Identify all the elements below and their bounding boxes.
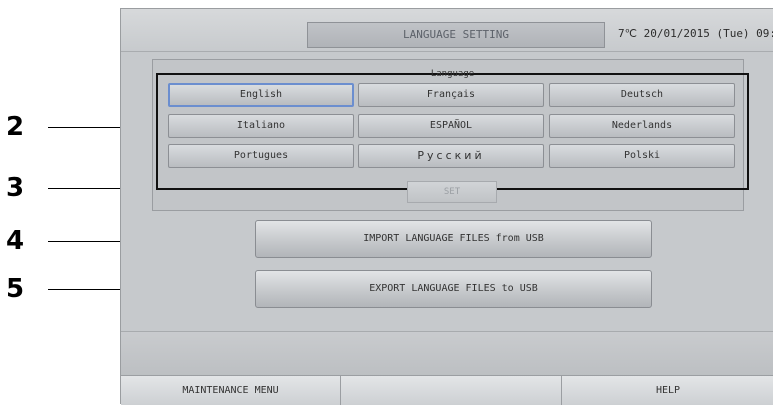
language-button-espanol[interactable]: ESPAÑOL	[358, 114, 544, 138]
language-button-english[interactable]: English	[168, 83, 354, 107]
language-button-portugues[interactable]: Portugues	[168, 144, 354, 168]
language-group-label: Language	[430, 69, 475, 79]
help-button[interactable]: HELP	[562, 376, 773, 405]
footer-bar	[121, 331, 773, 376]
bottom-nav: MAINTENANCE MENU HELP	[121, 375, 773, 405]
import-language-files-button[interactable]: IMPORT LANGUAGE FILES from USB	[255, 220, 652, 258]
set-button[interactable]: SET	[407, 181, 497, 203]
language-button-italiano[interactable]: Italiano	[168, 114, 354, 138]
language-button-polski[interactable]: Polski	[549, 144, 735, 168]
language-button-francais[interactable]: Français	[358, 83, 544, 107]
controller-screen: LANGUAGE SETTING 7℃ 20/01/2015 (Tue) 09:…	[120, 8, 773, 405]
maintenance-menu-button[interactable]: MAINTENANCE MENU	[121, 376, 341, 405]
language-button-nederlands[interactable]: Nederlands	[549, 114, 735, 138]
callout-4: 4	[6, 226, 25, 256]
export-language-files-button[interactable]: EXPORT LANGUAGE FILES to USB	[255, 270, 652, 308]
bottom-nav-empty-slot	[341, 376, 562, 405]
callout-3: 3	[6, 173, 25, 203]
callout-5: 5	[6, 274, 25, 304]
top-bar: LANGUAGE SETTING 7℃ 20/01/2015 (Tue) 09:…	[121, 9, 773, 52]
language-button-russian[interactable]: Русский	[358, 144, 544, 168]
callout-2: 2	[6, 112, 25, 142]
temperature-date-time-readout: 7℃ 20/01/2015 (Tue) 09:20	[618, 27, 773, 40]
language-button-deutsch[interactable]: Deutsch	[549, 83, 735, 107]
page-title: LANGUAGE SETTING	[307, 22, 605, 48]
